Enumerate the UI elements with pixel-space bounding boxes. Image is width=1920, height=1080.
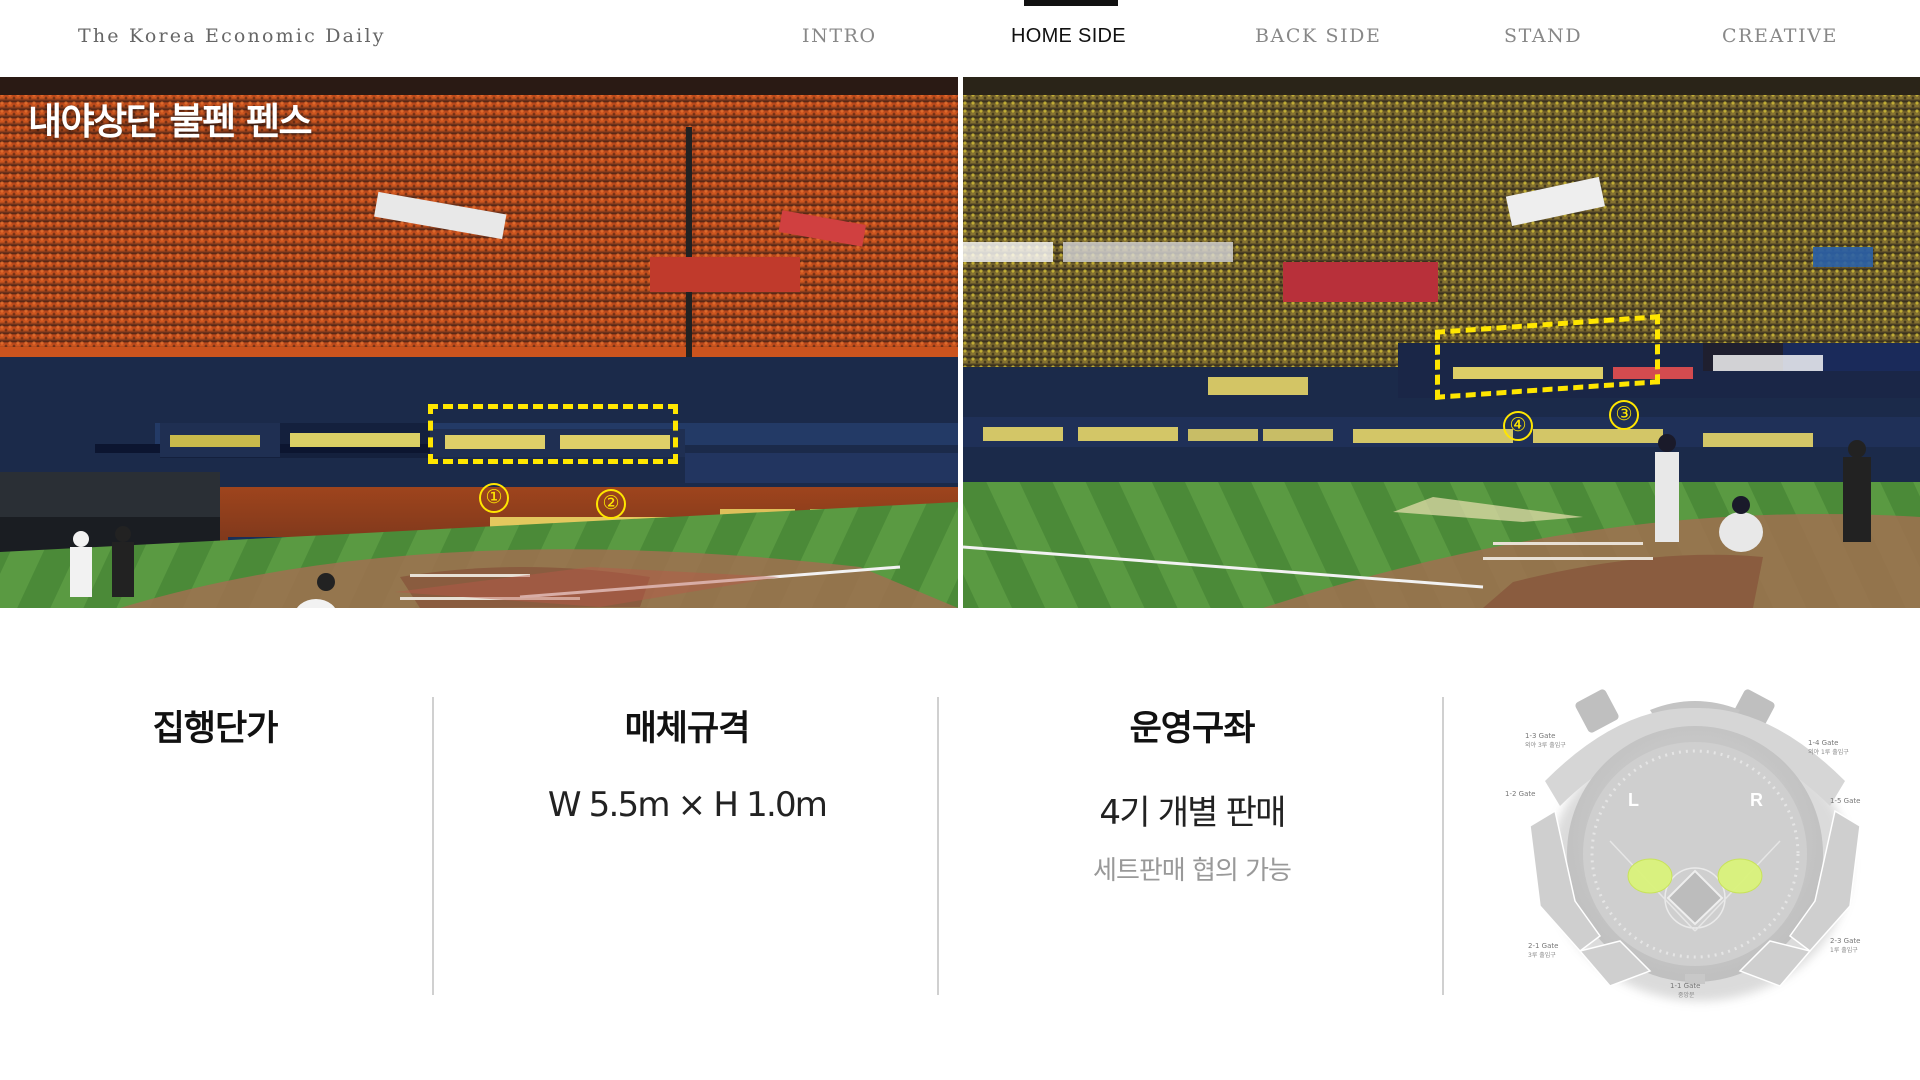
gate-1-3-label: 1-3 Gate	[1525, 732, 1555, 740]
right-side-label: R	[1750, 790, 1763, 810]
brand-logo[interactable]: The Korea Economic Daily	[78, 25, 386, 47]
spec-value: W 5.5m × H 1.0m	[547, 785, 828, 825]
ad-marker-1: ①	[479, 483, 509, 513]
stadium-illustration-left	[0, 77, 958, 608]
top-header: The Korea Economic Daily INTRO HOME SIDE…	[0, 0, 1920, 76]
gate-1-4-label: 1-4 Gate	[1808, 739, 1838, 747]
price-panel: 집행단가	[60, 700, 370, 995]
spec-heading: 매체규격	[624, 709, 751, 749]
ad-marker-2: ②	[596, 489, 626, 519]
gate-1-4-sub: 외야 1루 출입구	[1808, 748, 1849, 756]
stadium-seat-map: 1-3 Gate 외야 3루 출입구 1-4 Gate 외야 1루 출입구 1-…	[1500, 686, 1890, 1021]
nav-creative[interactable]: CREATIVE	[1722, 25, 1838, 47]
column-divider	[1442, 697, 1444, 995]
photo-title: 내야상단 불펜 펜스	[28, 100, 313, 143]
gate-1-3-sub: 외야 3루 출입구	[1525, 741, 1566, 749]
nav-home-side[interactable]: HOME SIDE	[1011, 25, 1126, 48]
gate-2-1-label: 2-1 Gate	[1528, 942, 1558, 950]
nav-back-side[interactable]: BACK SIDE	[1255, 25, 1381, 47]
ad-marker-3: ③	[1609, 400, 1639, 430]
operation-panel: 운영구좌 4기 개별 판매 세트판매 협의 가능	[939, 700, 1445, 995]
active-tab-indicator	[1024, 0, 1118, 6]
operation-sub: 세트판매 협의 가능	[1093, 856, 1292, 886]
gate-1-1-label: 1-1 Gate	[1670, 982, 1700, 990]
price-heading: 집행단가	[152, 709, 279, 749]
spec-panel: 매체규격 W 5.5m × H 1.0m	[434, 700, 940, 995]
gate-2-3-label: 2-3 Gate	[1830, 937, 1860, 945]
ad-highlight-box-left	[428, 404, 678, 464]
nav-stand[interactable]: STAND	[1504, 25, 1582, 47]
gate-2-1-sub: 3루 출입구	[1528, 951, 1556, 959]
stadium-photo-left: 내야상단 불펜 펜스 ① ②	[0, 77, 958, 608]
left-side-label: L	[1628, 790, 1639, 810]
ad-marker-4: ④	[1503, 411, 1533, 441]
gate-1-2-label: 1-2 Gate	[1505, 790, 1535, 798]
operation-heading: 운영구좌	[1129, 709, 1256, 749]
stadium-photo-right: ④ ③	[963, 77, 1920, 608]
gate-1-1-sub: 중앙문	[1678, 991, 1695, 999]
gate-2-3-sub: 1루 출입구	[1830, 946, 1858, 954]
nav-intro[interactable]: INTRO	[802, 25, 877, 47]
gate-1-5-label: 1-5 Gate	[1830, 797, 1860, 805]
stadium-map-graphic: 1-3 Gate 외야 3루 출입구 1-4 Gate 외야 1루 출입구 1-…	[1505, 689, 1861, 1001]
operation-value: 4기 개별 판매	[1099, 793, 1286, 833]
